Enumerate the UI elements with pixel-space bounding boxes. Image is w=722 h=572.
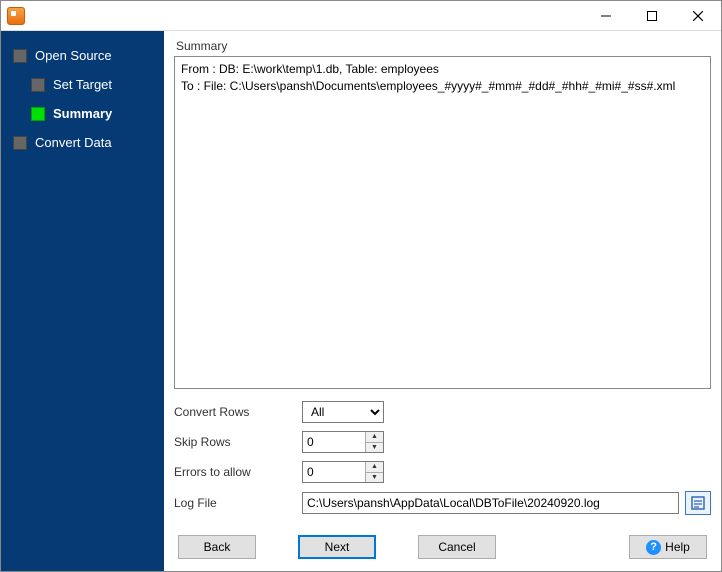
summary-heading: Summary [174,39,711,56]
errors-allow-input[interactable] [303,462,365,482]
minimize-icon [601,11,611,21]
help-button[interactable]: ? Help [629,535,707,559]
sidebar-item-label: Set Target [53,77,112,92]
wizard-sidebar: Open Source Set Target Summary Convert D… [1,31,164,571]
spin-up-icon[interactable]: ▲ [366,462,383,473]
spin-down-icon[interactable]: ▼ [366,473,383,483]
log-file-label: Log File [174,496,302,510]
errors-allow-label: Errors to allow [174,465,302,479]
maximize-icon [647,11,657,21]
sidebar-item-open-source[interactable]: Open Source [9,41,164,70]
wizard-button-bar: Back Next Cancel ? Help [174,535,711,565]
cancel-button[interactable]: Cancel [418,535,496,559]
spin-up-icon[interactable]: ▲ [366,432,383,443]
step-indicator-icon [13,136,27,150]
skip-rows-input[interactable] [303,432,365,452]
step-indicator-icon [31,78,45,92]
help-icon: ? [646,540,661,555]
sidebar-item-label: Summary [53,106,112,121]
log-file-input[interactable] [302,492,679,514]
sidebar-item-summary[interactable]: Summary [9,99,164,128]
log-file-browse-button[interactable] [685,491,711,515]
sidebar-item-convert-data[interactable]: Convert Data [9,128,164,157]
next-button[interactable]: Next [298,535,376,559]
titlebar [1,1,721,31]
spin-down-icon[interactable]: ▼ [366,443,383,453]
convert-rows-select[interactable]: All [302,401,384,423]
step-indicator-icon [13,49,27,63]
window-maximize-button[interactable] [629,1,675,30]
step-indicator-icon [31,107,45,121]
sidebar-item-set-target[interactable]: Set Target [9,70,164,99]
window-close-button[interactable] [675,1,721,30]
window-minimize-button[interactable] [583,1,629,30]
browse-icon [691,496,705,510]
back-button[interactable]: Back [178,535,256,559]
options-form: Convert Rows All Skip Rows ▲ ▼ Errors to… [174,401,711,515]
summary-textbox[interactable]: From : DB: E:\work\temp\1.db, Table: emp… [174,56,711,389]
close-icon [693,11,703,21]
skip-rows-stepper[interactable]: ▲ ▼ [302,431,384,453]
sidebar-item-label: Convert Data [35,135,112,150]
skip-rows-label: Skip Rows [174,435,302,449]
help-button-label: Help [665,540,690,554]
convert-rows-label: Convert Rows [174,405,302,419]
errors-allow-stepper[interactable]: ▲ ▼ [302,461,384,483]
app-icon [7,7,25,25]
content-pane: Summary From : DB: E:\work\temp\1.db, Ta… [164,31,721,571]
sidebar-item-label: Open Source [35,48,112,63]
